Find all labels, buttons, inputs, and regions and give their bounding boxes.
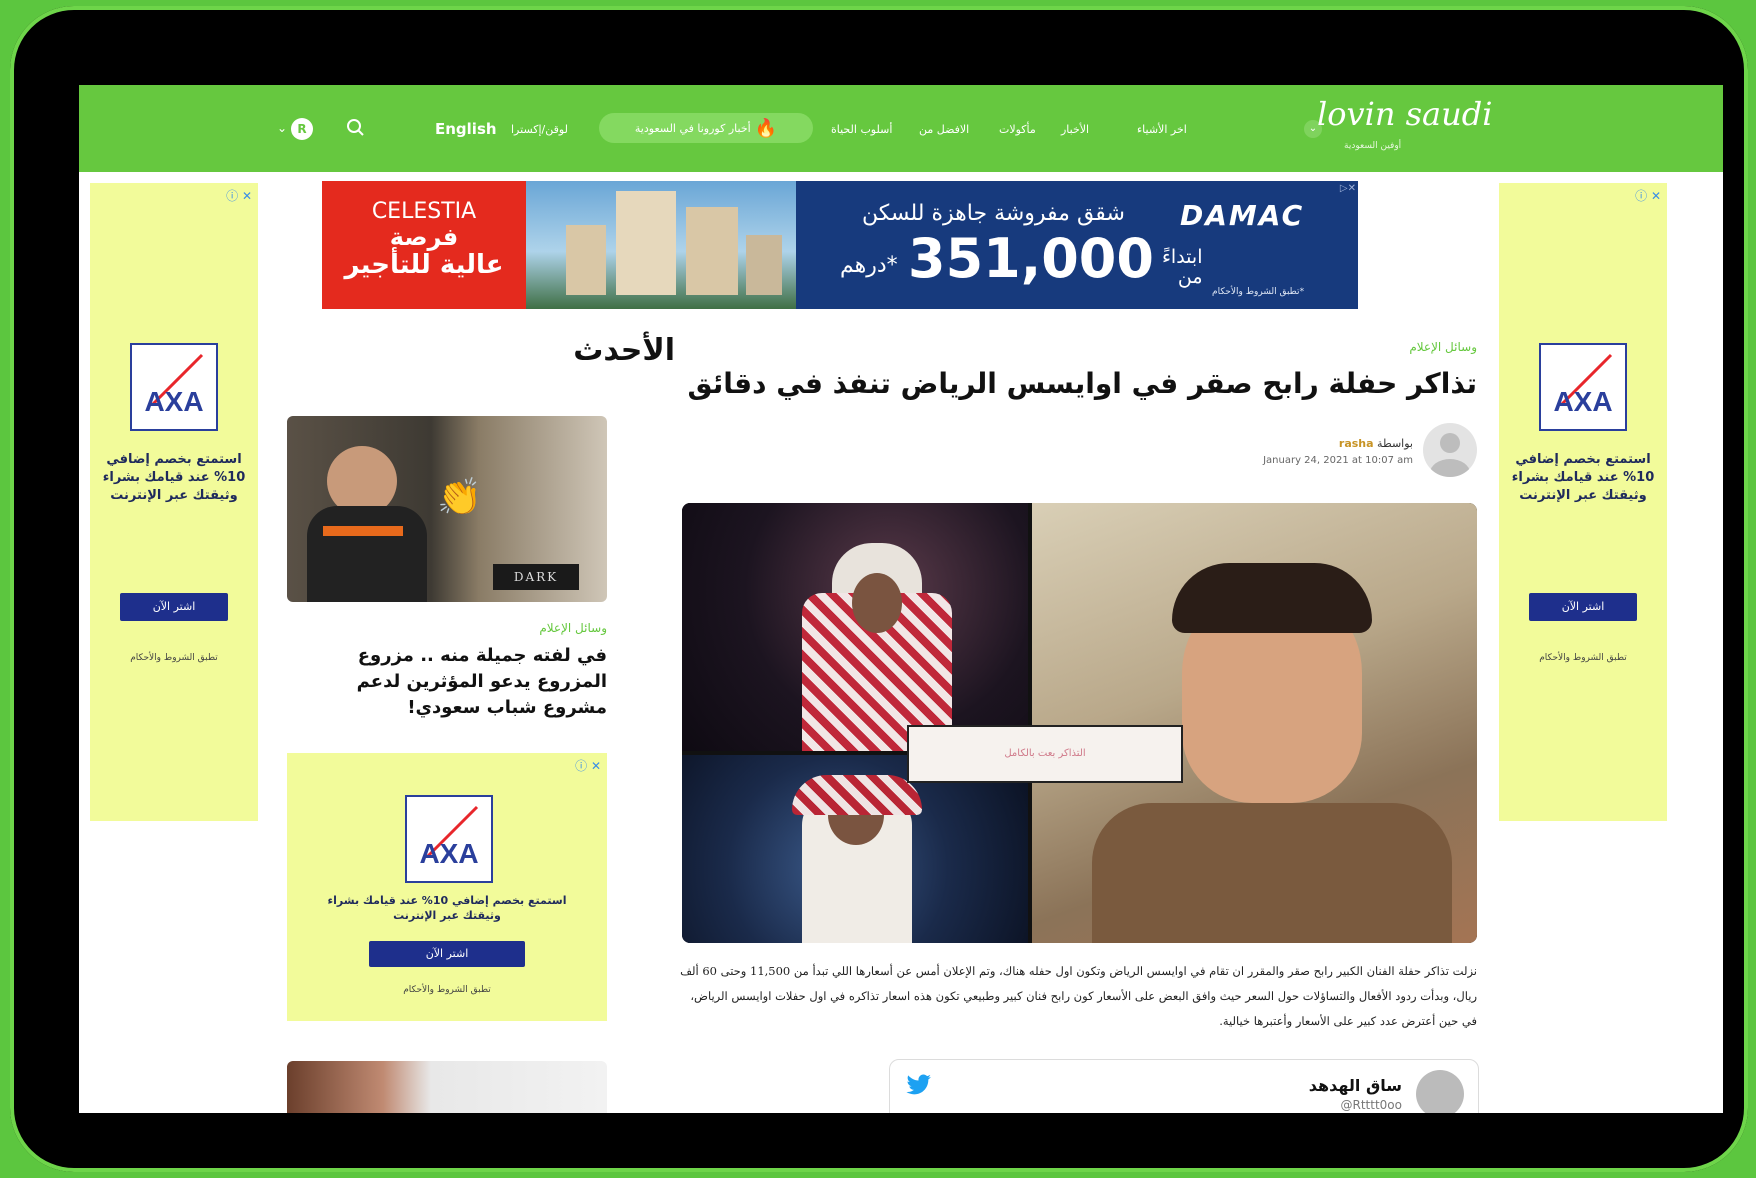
sidebar-ad[interactable]: ⓘ ✕ AXA استمتع بخصم إضافي 10% عند قيامك … [287, 753, 607, 1021]
clapping-hands-icon: 👏 [437, 477, 482, 518]
hero-reaction-photo [1032, 503, 1477, 943]
fire-icon: 🔥 [754, 117, 778, 139]
hero-caption: التذاكر بعت بالكامل [907, 725, 1183, 783]
author-byline: بواسطة rasha [1139, 437, 1413, 450]
axa-logo: AXA [405, 795, 493, 883]
user-avatar[interactable]: R [291, 118, 313, 140]
sidebar-image-label: DARK [493, 564, 579, 590]
article-body: نزلت تذاكر حفلة الفنان الكبير رابح صقر و… [680, 964, 1477, 1028]
banner-left-line2: عالية للتأجير [344, 250, 504, 280]
banner-towers-image [526, 181, 796, 309]
ad-close-icon[interactable]: ▷✕ [1340, 183, 1356, 194]
author-name[interactable]: rasha [1339, 437, 1374, 450]
site-logo-subtitle: أوفين السعودية [1344, 141, 1402, 151]
banner-start-line2: من [1177, 266, 1203, 288]
ad-buy-button[interactable]: اشتر الآن [120, 593, 228, 621]
language-switch[interactable]: English [435, 120, 497, 138]
hero-singer-top [682, 503, 1028, 751]
article-category[interactable]: وسائل الإعلام [1179, 340, 1477, 354]
article-date: January 24, 2021 at 10:07 am [1263, 455, 1413, 466]
device-frame: ⌄ R English لوقن/إكسترا 🔥 أخبار كورونا ف… [10, 6, 1748, 1172]
sidebar-next-item-image[interactable] [287, 1061, 607, 1113]
banner-currency: درهم* [840, 253, 898, 278]
chevron-down-icon[interactable]: ⌄ [277, 121, 287, 135]
sidebar-item-headline[interactable]: في لفته جميلة منه .. مزروع المزروع يدعو … [287, 643, 607, 721]
ad-buy-button[interactable]: اشتر الآن [369, 941, 525, 967]
right-ad[interactable]: ⓘ ✕ AXA استمتع بخصم إضافي 10% عند قيامك … [1499, 183, 1667, 821]
search-icon[interactable] [343, 115, 369, 141]
ad-close-icon[interactable]: ⓘ ✕ [1635, 187, 1661, 204]
tweet-author-name[interactable]: ساق الهدهد [1309, 1076, 1402, 1095]
banner-left-line1: فرصة [389, 223, 459, 251]
axa-logo: AXA [1539, 343, 1627, 431]
ad-terms: تطبق الشروط والأحكام [130, 653, 218, 663]
author-avatar[interactable] [1423, 423, 1477, 477]
nav-link-news[interactable]: الأخبار [1061, 123, 1089, 136]
svg-text:AXA: AXA [419, 838, 478, 869]
tweet-avatar[interactable] [1416, 1070, 1464, 1113]
banner-brand-left: CELESTIA [371, 199, 477, 224]
ad-text: استمتع بخصم إضافي 10% عند قيامك بشراء وث… [1511, 452, 1655, 503]
top-banner-ad[interactable]: CELESTIA فرصة عالية للتأجير شقق مفروشة ج… [322, 181, 1358, 309]
embedded-tweet[interactable]: ساق الهدهد @Rtttt0oo [889, 1059, 1479, 1113]
nav-link-food[interactable]: مأكولات [999, 123, 1036, 136]
svg-text:AXA: AXA [144, 386, 203, 417]
ad-terms: تطبق الشروط والأحكام [403, 985, 491, 995]
ad-close-icon[interactable]: ⓘ ✕ [575, 757, 601, 774]
ad-text: استمتع بخصم إضافي 10% عند قيامك بشراء وث… [327, 894, 567, 922]
site-header: ⌄ R English لوقن/إكسترا 🔥 أخبار كورونا ف… [79, 85, 1723, 172]
ad-text: استمتع بخصم إضافي 10% عند قيامك بشراء وث… [102, 452, 246, 503]
nav-link-best-of[interactable]: الافضل من [919, 123, 969, 136]
browser-screen: ⌄ R English لوقن/إكسترا 🔥 أخبار كورونا ف… [79, 85, 1723, 1113]
covid-pill-label: أخبار كورونا في السعودية [634, 121, 751, 135]
banner-celestia-panel: CELESTIA فرصة عالية للتأجير [322, 181, 526, 309]
article-hero-image: التذاكر بعت بالكامل [682, 503, 1477, 943]
ad-close-icon[interactable]: ⓘ ✕ [226, 187, 252, 204]
author-by-label: بواسطة [1377, 437, 1413, 450]
banner-headline: شقق مفروشة جاهزة للسكن [862, 201, 1125, 226]
nav-link-latest[interactable]: اخر الأشياء [1137, 123, 1187, 136]
banner-price: 351,000 [908, 227, 1154, 290]
ad-buy-button[interactable]: اشتر الآن [1529, 593, 1637, 621]
article-title: تذاكر حفلة رابح صقر في اوايسس الرياض تنف… [687, 367, 1477, 400]
banner-terms: *تطبق الشروط والأحكام [1212, 287, 1305, 297]
left-ad[interactable]: ⓘ ✕ AXA استمتع بخصم إضافي 10% عند قيامك … [90, 183, 258, 821]
ad-terms: تطبق الشروط والأحكام [1539, 653, 1627, 663]
banner-start-label: ابتداءً من [1162, 247, 1203, 287]
sidebar-item-image[interactable]: 👏 DARK [287, 416, 607, 602]
sidebar-item-category[interactable]: وسائل الإعلام [287, 621, 607, 635]
site-logo[interactable]: lovin saudi [1317, 95, 1492, 133]
axa-logo: AXA [130, 343, 218, 431]
banner-brand-right: DAMAC [1180, 199, 1305, 232]
twitter-icon[interactable] [906, 1074, 932, 1096]
banner-start-line1: ابتداءً [1162, 246, 1203, 268]
nav-link-lifestyle[interactable]: أسلوب الحياة [831, 123, 892, 136]
covid-news-pill[interactable]: 🔥 أخبار كورونا في السعودية [599, 113, 813, 143]
hero-singer-bottom [682, 755, 1028, 943]
tweet-author-handle[interactable]: @Rtttt0oo [1341, 1098, 1402, 1112]
signin-link[interactable]: لوقن/إكسترا [511, 123, 568, 136]
sidebar-title: الأحدث [573, 333, 675, 368]
svg-text:AXA: AXA [1553, 386, 1612, 417]
